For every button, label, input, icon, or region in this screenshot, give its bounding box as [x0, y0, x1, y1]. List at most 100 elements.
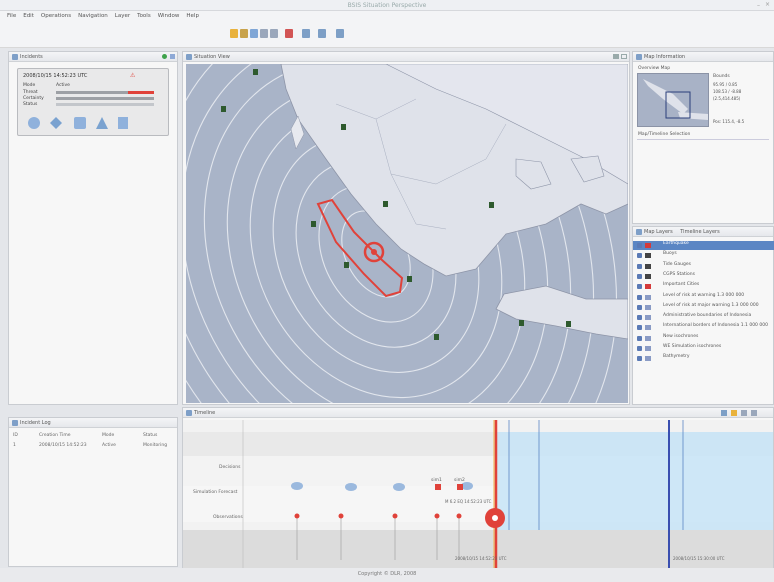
menu-item-window[interactable]: Window [158, 13, 180, 19]
layer-item[interactable]: New isochrones [633, 334, 774, 343]
layer-icon [645, 263, 651, 269]
layer-checkbox[interactable] [637, 325, 642, 331]
menu-item-navigation[interactable]: Navigation [78, 13, 108, 19]
layer-item[interactable]: Earthquake [633, 241, 774, 250]
ship-icon[interactable] [74, 117, 86, 129]
minimize-icon[interactable]: – [757, 2, 760, 9]
forward-icon[interactable] [318, 29, 326, 38]
pos-readout: Pos: 115.4, -8.5 [713, 119, 745, 124]
incidents-tab[interactable]: Incidents [20, 54, 43, 60]
tab-timeline-layers[interactable]: Timeline Layers [680, 229, 719, 235]
certainty-label: Certainty [23, 96, 44, 101]
layer-item[interactable]: Important Cities [633, 282, 774, 291]
maximize-view-icon[interactable] [621, 54, 627, 59]
layer-checkbox[interactable] [637, 273, 642, 279]
incident-card[interactable]: 2008/10/15 14:52:23 UTC ⚠ Mode Active Th… [17, 68, 169, 136]
timeline-canvas[interactable] [183, 420, 773, 568]
menu-item-tools[interactable]: Tools [137, 13, 151, 19]
layer-checkbox[interactable] [637, 263, 642, 269]
new-incident-icon[interactable] [162, 54, 167, 59]
layers-icon[interactable] [240, 29, 248, 38]
info-icon [636, 54, 642, 60]
bounds-line-2: 108.53 / -8.88 [713, 89, 742, 94]
layer-checkbox[interactable] [637, 346, 642, 351]
layer-label: Important Cities [663, 282, 700, 288]
layers-header: Map Layers Timeline Layers [633, 227, 773, 237]
layer-label: WE Simulation isochrones [663, 344, 722, 349]
certainty-bar [56, 97, 154, 100]
col-mode[interactable]: Mode [102, 433, 114, 438]
arrow-icon[interactable] [260, 29, 268, 38]
layer-checkbox[interactable] [637, 284, 642, 290]
map-tab[interactable]: Situation View [194, 54, 230, 60]
layer-label: Earthquake [663, 241, 689, 246]
map-canvas[interactable] [186, 64, 628, 403]
layer-icon [645, 304, 651, 310]
globe-icon[interactable] [28, 117, 40, 129]
overview-map[interactable] [637, 73, 709, 127]
layer-checkbox[interactable] [637, 304, 642, 310]
layer-checkbox[interactable] [637, 315, 642, 321]
layer-item[interactable]: Level of risk at warning 1.3 000 000 [633, 293, 774, 302]
incident-log-tab[interactable]: Incident Log [20, 420, 51, 426]
zoom-fit-icon[interactable] [250, 29, 258, 38]
warning-icon: ⚠ [130, 72, 136, 79]
menu-item-operations[interactable]: Operations [41, 13, 71, 19]
measure-icon[interactable] [336, 29, 344, 38]
col-status[interactable]: Status [143, 433, 157, 438]
layer-icon [645, 325, 651, 331]
menu-item-file[interactable]: File [7, 13, 16, 19]
timeline-icon [186, 410, 192, 416]
status-bar: Copyright © DLR, 2008 [0, 568, 774, 582]
person-icon[interactable] [96, 117, 108, 129]
timeline-tool-icon[interactable] [731, 410, 737, 416]
layer-item[interactable]: Administrative boundaries of Indonesia [633, 313, 774, 322]
layer-label: Tide Gauges [663, 261, 691, 267]
back-icon[interactable] [302, 29, 310, 38]
menu-item-edit[interactable]: Edit [23, 13, 34, 19]
sim2-label: sim2 [454, 478, 465, 483]
layer-item[interactable]: Tide Gauges [633, 262, 774, 271]
layer-checkbox[interactable] [637, 356, 642, 362]
tab-map-layers[interactable]: Map Layers [644, 229, 673, 235]
plane-icon[interactable] [50, 117, 62, 129]
layer-item[interactable]: Bathymetry [633, 354, 774, 363]
row-observations: Observations [213, 515, 243, 520]
layer-checkbox[interactable] [637, 253, 642, 259]
timeline-tab[interactable]: Timeline [194, 410, 215, 416]
col-id[interactable]: ID [13, 433, 18, 438]
pan-icon[interactable] [270, 29, 278, 38]
layer-icon [645, 284, 651, 290]
layer-item[interactable]: Buoys [633, 251, 774, 260]
timeline-arrow-icon[interactable] [751, 410, 757, 416]
bounds-line-1: 95.95 / 0.85 [713, 82, 738, 87]
menu-item-layer[interactable]: Layer [115, 13, 130, 19]
document-icon[interactable] [118, 117, 128, 129]
layer-checkbox[interactable] [637, 243, 642, 248]
map-information-tab[interactable]: Map Information [644, 54, 685, 60]
minimize-view-icon[interactable] [613, 54, 619, 59]
save-icon[interactable] [230, 29, 238, 38]
incident-log-panel: Incident Log ID Creation Time Mode Statu… [8, 417, 178, 567]
layer-item[interactable]: International borders of Indonesia 1.1 0… [633, 323, 774, 332]
layer-item[interactable]: CGPS Stations [633, 272, 774, 281]
close-icon[interactable]: × [765, 1, 770, 8]
col-creation-time[interactable]: Creation Time [39, 433, 70, 438]
layer-checkbox[interactable] [637, 335, 642, 341]
layer-icon [645, 356, 651, 362]
map-svg[interactable] [186, 64, 628, 403]
timeline-end-label: 2008/10/15 15:30:00 UTC [673, 556, 725, 561]
layer-label: Administrative boundaries of Indonesia [663, 313, 752, 319]
status-label: Status [23, 102, 38, 107]
map-information-header: Map Information [633, 52, 773, 62]
select-area-icon[interactable] [285, 29, 293, 38]
layer-checkbox[interactable] [637, 294, 642, 300]
menu-item-help[interactable]: Help [186, 13, 199, 19]
window-title: BSIS Situation Perspective [347, 2, 427, 9]
timeline-zoom-icon[interactable] [721, 410, 727, 416]
layer-label: Bathymetry [663, 354, 690, 360]
layer-item[interactable]: Level of risk at major warning 1.3 000 0… [633, 303, 774, 312]
layer-item[interactable]: WE Simulation isochrones [633, 344, 774, 353]
view-menu-icon[interactable] [170, 54, 175, 59]
timeline-fit-icon[interactable] [741, 410, 747, 416]
